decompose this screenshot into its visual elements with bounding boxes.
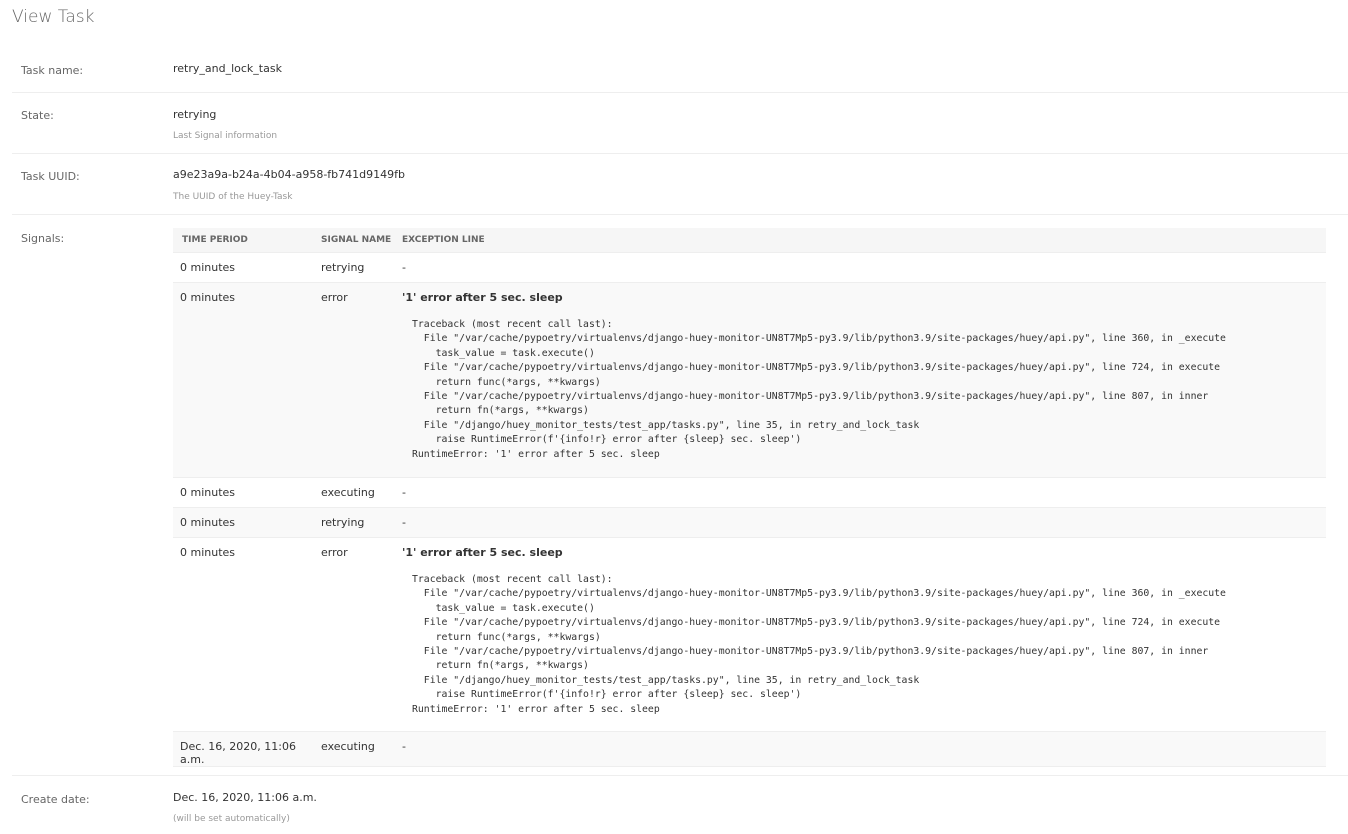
signal-cell: executing [321,740,375,753]
signal-cell: error [321,291,348,304]
create-date-value: Dec. 16, 2020, 11:06 a.m. [173,791,317,804]
exception-cell: '1' error after 5 sec. sleep [402,546,563,559]
create-date-help: (will be set automatically) [173,814,290,824]
create-date-label: Create date: [21,793,90,806]
uuid-label: Task UUID: [21,170,80,183]
field-row-create-date: Create date: Dec. 16, 2020, 11:06 a.m. (… [12,775,1348,834]
field-row-state: State: retrying Last Signal information [12,92,1348,154]
exception-cell: - [402,486,406,499]
uuid-value: a9e23a9a-b24a-4b04-a958-fb741d9149fb [173,168,405,181]
signal-cell: retrying [321,516,365,529]
table-row: 0 minutes executing - [173,477,1326,508]
state-value: retrying [173,108,217,121]
time-cell: 0 minutes [180,291,236,304]
signal-cell: retrying [321,261,365,274]
table-row: 0 minutes retrying - [173,252,1326,283]
traceback-block: Traceback (most recent call last): File … [412,574,1226,715]
signal-cell: executing [321,486,375,499]
header-time-period: TIME PERIOD [173,228,317,253]
table-row: 0 minutes error '1' error after 5 sec. s… [173,282,1326,478]
table-row: 0 minutes retrying - [173,507,1326,538]
header-exception-line: EXCEPTION LINE [400,228,1326,253]
table-row: 0 minutes error '1' error after 5 sec. s… [173,537,1326,732]
signal-cell: error [321,546,348,559]
exception-cell: - [402,516,406,529]
uuid-help: The UUID of the Huey-Task [173,192,293,202]
state-help: Last Signal information [173,131,278,141]
signals-table: TIME PERIOD SIGNAL NAME EXCEPTION LINE 0… [173,228,1326,767]
exception-cell: - [402,261,406,274]
header-signal-name: SIGNAL NAME [317,228,400,253]
exception-cell: - [402,740,406,753]
traceback-block: Traceback (most recent call last): File … [412,319,1226,460]
time-cell: 0 minutes [180,516,236,529]
page-title: View Task [12,7,95,27]
field-row-uuid: Task UUID: a9e23a9a-b24a-4b04-a958-fb741… [12,153,1348,215]
table-row: Dec. 16, 2020, 11:06 a.m. executing - [173,731,1326,767]
task-name-label: Task name: [21,64,84,77]
state-label: State: [21,109,54,122]
field-row-task-name: Task name: retry_and_lock_task [12,46,1348,93]
signals-label: Signals: [21,232,65,245]
exception-cell: '1' error after 5 sec. sleep [402,291,563,304]
time-cell: 0 minutes [180,546,236,559]
task-name-value: retry_and_lock_task [173,62,282,75]
time-cell: Dec. 16, 2020, 11:06 a.m. [180,740,296,766]
time-cell: 0 minutes [180,261,236,274]
time-cell: 0 minutes [180,486,236,499]
signals-table-header: TIME PERIOD SIGNAL NAME EXCEPTION LINE [173,228,1326,253]
